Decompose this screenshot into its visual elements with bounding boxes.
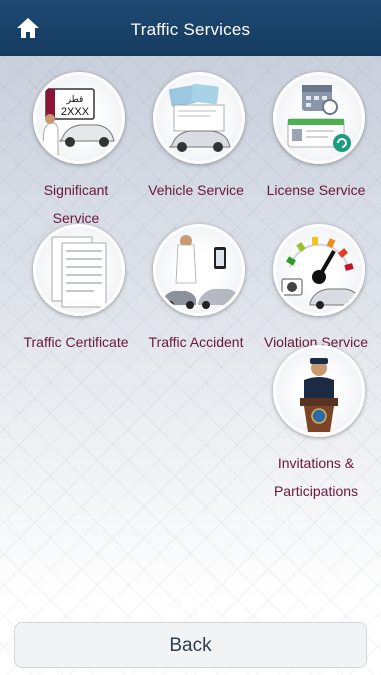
- tile-traffic-certificate[interactable]: Traffic Certificate: [14, 224, 138, 350]
- speed-camera-icon: [273, 224, 365, 316]
- tile-label-traffic-accident: Traffic Accident: [148, 334, 244, 350]
- plate-number: 2XXX: [61, 106, 90, 118]
- tile-invitations-participations[interactable]: Invitations & Participations: [254, 345, 378, 499]
- vehicle-registration-icon: [153, 72, 245, 164]
- tile-license-service[interactable]: License Service: [254, 72, 378, 222]
- tile-violation-service[interactable]: Violation Service: [254, 224, 378, 350]
- tile-significant-service[interactable]: قطر 2XXX Significant Service: [14, 72, 138, 226]
- tile-vehicle-service[interactable]: Vehicle Service: [134, 72, 258, 222]
- back-button[interactable]: Back: [14, 622, 367, 668]
- header-bar: Traffic Services: [0, 0, 381, 56]
- officer-podium-icon: [273, 345, 365, 437]
- certificate-document-icon: [33, 224, 125, 316]
- services-grid: قطر 2XXX Significant Service Vehicle Ser…: [0, 56, 381, 675]
- accident-icon: [153, 224, 245, 316]
- plate-arabic: قطر: [66, 95, 84, 105]
- page-title: Traffic Services: [130, 20, 251, 39]
- tile-label-invitations-participations: Invitations & Participations: [273, 455, 359, 499]
- tile-label-traffic-certificate: Traffic Certificate: [23, 334, 129, 350]
- tile-label-vehicle-service: Vehicle Service: [148, 182, 244, 198]
- license-calendar-icon: [273, 72, 365, 164]
- license-plate-icon: قطر 2XXX: [33, 72, 125, 164]
- tile-label-license-service: License Service: [266, 182, 366, 198]
- tile-traffic-accident[interactable]: Traffic Accident: [134, 224, 258, 350]
